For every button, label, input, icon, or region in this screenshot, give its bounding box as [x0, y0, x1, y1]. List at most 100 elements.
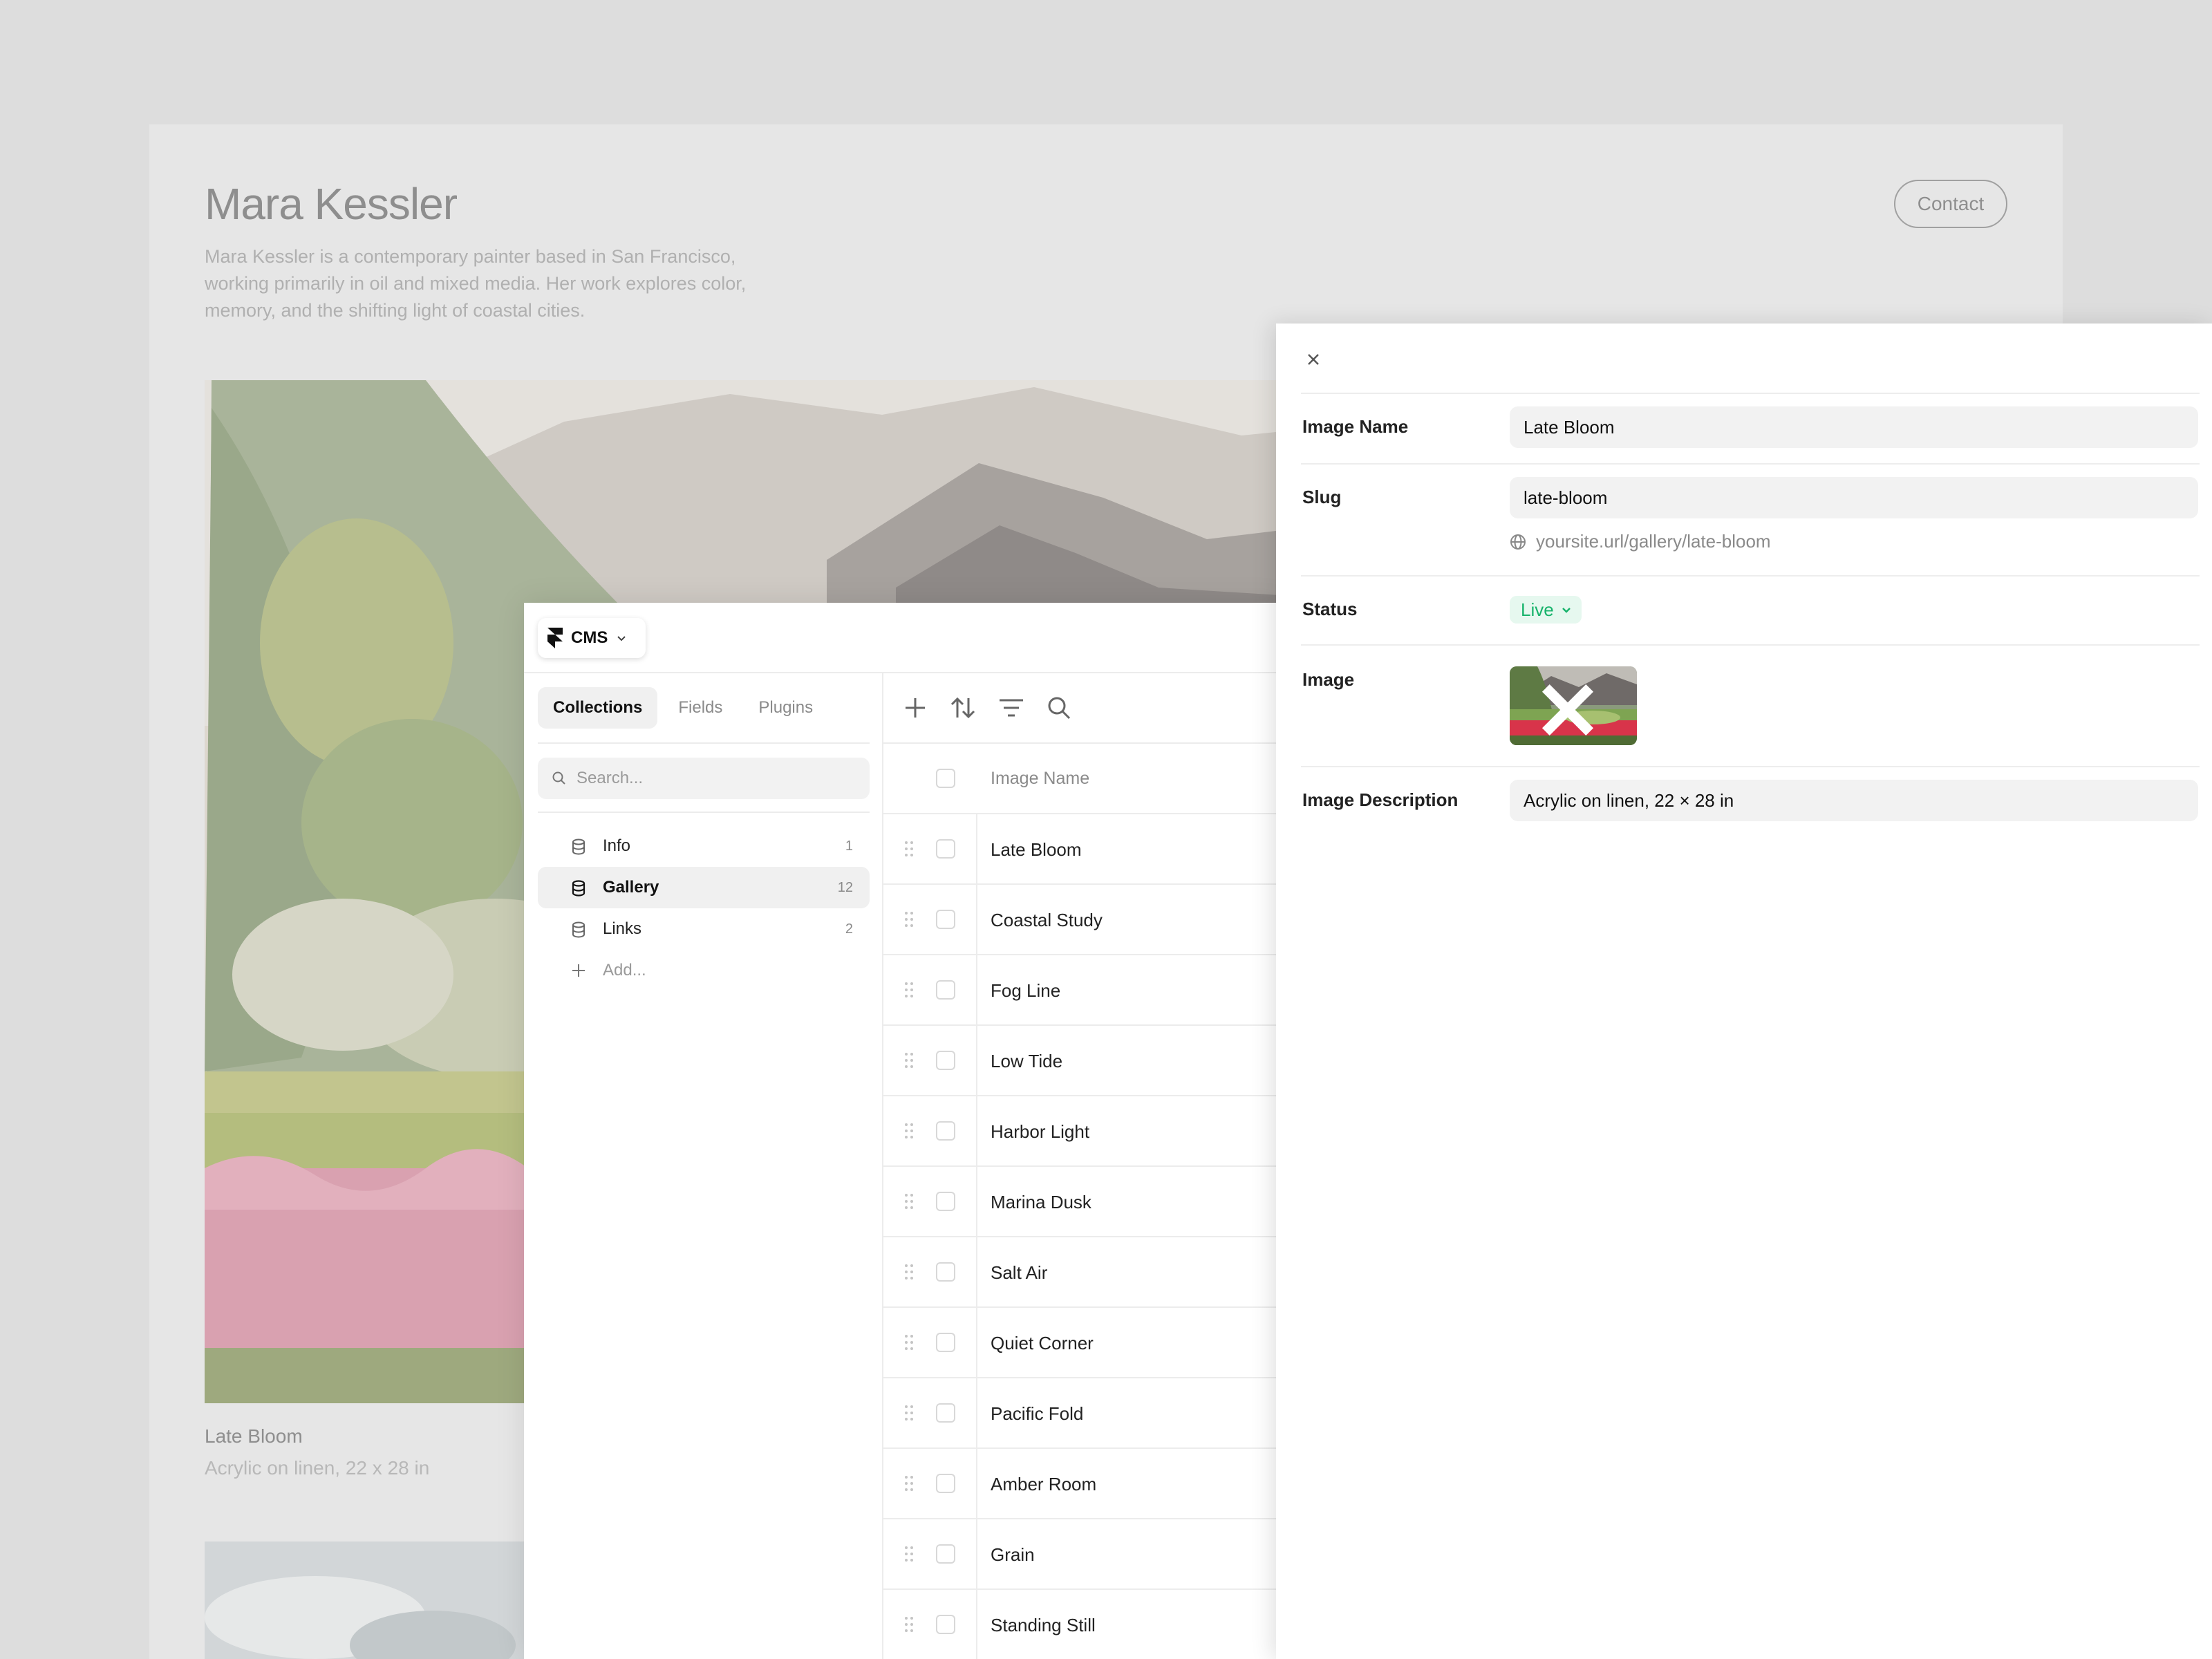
image-label: Image: [1302, 669, 1355, 690]
table-row[interactable]: Standing Still: [883, 1590, 1284, 1659]
collection-item-info[interactable]: Info 1: [538, 825, 870, 867]
divider: [1301, 644, 2200, 646]
divider: [1301, 575, 2200, 577]
table-row[interactable]: Amber Room: [883, 1449, 1284, 1519]
divider: [538, 742, 870, 744]
framer-logo-icon: [547, 628, 563, 648]
collection-name: Gallery: [603, 878, 659, 897]
row-checkbox[interactable]: [936, 839, 955, 859]
drag-handle-icon[interactable]: [904, 1546, 914, 1562]
collection-count: 1: [845, 838, 853, 854]
table-row[interactable]: Quiet Corner: [883, 1308, 1284, 1378]
divider: [976, 1378, 977, 1447]
image-thumbnail[interactable]: [1510, 666, 1637, 745]
status-label: Status: [1302, 599, 1358, 619]
table-row[interactable]: Fog Line: [883, 955, 1284, 1026]
drag-handle-icon[interactable]: [904, 1616, 914, 1633]
drag-handle-icon[interactable]: [904, 1405, 914, 1421]
drag-handle-icon[interactable]: [904, 1264, 914, 1280]
row-checkbox[interactable]: [936, 1403, 955, 1423]
remove-image-icon[interactable]: [1510, 671, 1631, 745]
database-icon: [572, 921, 585, 938]
divider: [1301, 463, 2200, 465]
divider: [976, 1519, 977, 1588]
cms-tabs: Collections Fields Plugins: [538, 687, 828, 729]
cms-grid: Image Name Late Bloom Coastal Study Fog …: [883, 673, 1284, 1659]
collection-item-gallery[interactable]: Gallery 12: [538, 867, 870, 908]
cms-window: CMS Collections Fields Plugins Search...…: [524, 603, 1284, 1659]
collection-item-links[interactable]: Links 2: [538, 908, 870, 950]
row-checkbox[interactable]: [936, 1615, 955, 1634]
drag-handle-icon[interactable]: [904, 911, 914, 928]
tab-fields[interactable]: Fields: [663, 687, 738, 729]
drag-handle-icon[interactable]: [904, 1334, 914, 1351]
table-row[interactable]: Marina Dusk: [883, 1167, 1284, 1237]
tab-plugins[interactable]: Plugins: [743, 687, 828, 729]
plus-icon: [572, 964, 585, 977]
tab-collections[interactable]: Collections: [538, 687, 658, 729]
row-image-name: Quiet Corner: [991, 1333, 1094, 1353]
collection-name: Links: [603, 919, 642, 938]
cms-switcher[interactable]: CMS: [538, 618, 646, 658]
row-checkbox[interactable]: [936, 1051, 955, 1070]
add-collection-button[interactable]: Add...: [538, 950, 870, 991]
database-icon: [572, 880, 585, 897]
drag-handle-icon[interactable]: [904, 841, 914, 857]
row-image-name: Amber Room: [991, 1474, 1097, 1494]
divider: [976, 1096, 977, 1165]
image-name-label: Image Name: [1302, 416, 1409, 437]
column-header-image-name[interactable]: Image Name: [991, 769, 1089, 789]
divider: [976, 1167, 977, 1236]
drag-handle-icon[interactable]: [904, 982, 914, 998]
table-row[interactable]: Harbor Light: [883, 1096, 1284, 1167]
table-row[interactable]: Grain: [883, 1519, 1284, 1590]
item-detail-panel: Image Name Slug yoursite.url/gallery/lat…: [1276, 324, 2212, 1659]
featured-caption-title: Late Bloom: [205, 1425, 303, 1447]
cms-sidebar: Collections Fields Plugins Info 1: [524, 673, 883, 1659]
slug-input[interactable]: [1510, 477, 2198, 518]
add-item-icon[interactable]: [903, 695, 928, 720]
database-icon: [572, 838, 585, 855]
drag-handle-icon[interactable]: [904, 1475, 914, 1492]
table-row[interactable]: Late Bloom: [883, 814, 1284, 885]
contact-button[interactable]: Contact: [1894, 180, 2007, 228]
divider: [976, 1308, 977, 1377]
row-checkbox[interactable]: [936, 1544, 955, 1564]
image-name-input[interactable]: [1510, 406, 2198, 448]
search-icon[interactable]: [1047, 695, 1071, 720]
search-input[interactable]: [577, 769, 839, 788]
sort-icon[interactable]: [950, 695, 976, 720]
row-image-name: Standing Still: [991, 1615, 1096, 1635]
row-checkbox[interactable]: [936, 1262, 955, 1282]
table-row[interactable]: Pacific Fold: [883, 1378, 1284, 1449]
row-checkbox[interactable]: [936, 1474, 955, 1493]
row-checkbox[interactable]: [936, 1121, 955, 1141]
image-description-input[interactable]: [1510, 780, 2198, 821]
row-image-name: Grain: [991, 1544, 1035, 1565]
row-checkbox[interactable]: [936, 1192, 955, 1211]
table-row[interactable]: Salt Air: [883, 1237, 1284, 1308]
row-checkbox[interactable]: [936, 980, 955, 1000]
drag-handle-icon[interactable]: [904, 1052, 914, 1069]
table-row[interactable]: Low Tide: [883, 1026, 1284, 1096]
status-dropdown[interactable]: Live: [1510, 596, 1582, 624]
chevron-down-icon: [1562, 608, 1571, 613]
site-bio: Mara Kessler is a contemporary painter b…: [205, 246, 747, 321]
select-all-checkbox[interactable]: [936, 769, 955, 788]
collection-count: 2: [845, 921, 853, 937]
row-checkbox[interactable]: [936, 910, 955, 929]
filter-icon[interactable]: [998, 697, 1024, 719]
image-description-label: Image Description: [1302, 789, 1459, 810]
row-checkbox[interactable]: [936, 1333, 955, 1352]
table-row[interactable]: Coastal Study: [883, 885, 1284, 955]
add-collection-label: Add...: [603, 961, 646, 980]
search-icon: [552, 771, 565, 785]
drag-handle-icon[interactable]: [904, 1123, 914, 1139]
drag-handle-icon[interactable]: [904, 1193, 914, 1210]
close-button[interactable]: [1301, 347, 1326, 372]
divider: [976, 814, 977, 883]
slug-url-text: yoursite.url/gallery/late-bloom: [1536, 531, 1771, 552]
collection-list: Info 1 Gallery 12 Links 2 Add...: [538, 825, 870, 991]
chevron-down-icon: [617, 636, 626, 641]
grid-toolbar: [883, 673, 1284, 744]
